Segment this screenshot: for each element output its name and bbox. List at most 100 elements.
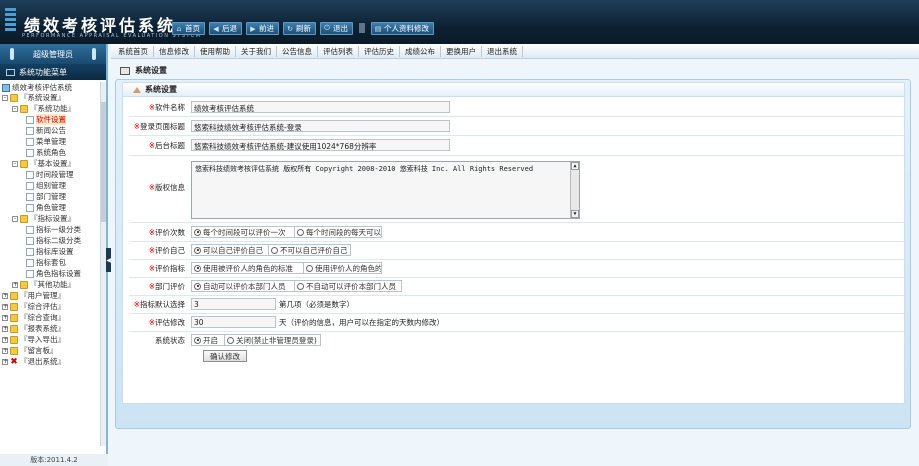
tree-item[interactable]: + 『综合评估』 [2,301,65,312]
tree-item[interactable]: 指标库设置 [26,246,74,257]
eval-count-option-2[interactable]: 每个时间段的每天可以 [295,226,382,238]
pin-icon [92,48,96,60]
nav-link[interactable]: 成绩公布 [400,45,441,57]
tree-item[interactable]: 指标二级分类 [26,235,81,246]
index-default-label: ※指标默认选择 [133,299,185,309]
dept-eval-option-1[interactable]: 自动可以评价本部门人员 [191,280,295,292]
eval-modify-input[interactable]: 30 [191,316,276,328]
textarea-scrollbar[interactable]: ▲ ▼ [570,162,579,218]
collapse-icon[interactable]: - [2,94,8,101]
back-button[interactable]: ◀ 后退 [209,22,242,35]
tree-item[interactable]: 菜单管理 [26,136,66,147]
index-default-input[interactable]: 3 [191,298,276,310]
profile-icon: ▤ [374,24,382,33]
main-nav: 系统首页 信息修改 使用帮助 关于我们 公告信息 评估列表 评估历史 成绩公布 更换用户 退出系统 [111,44,919,59]
folder-icon [10,93,18,102]
tree-item[interactable]: - 『系统设置』 [2,92,65,103]
radio-checked-icon[interactable] [194,228,201,236]
confirm-modify-button[interactable]: 确认修改 [203,350,247,362]
settings-panel: 系统设置 ※软件名称 绩效考核评估系统 ※登录页面标题 悠索科技绩效考核评估系统… [115,79,911,429]
tree-item[interactable]: + 『报表系统』 [2,323,65,334]
eval-count-option-1[interactable]: 每个时间段可以评价一次 [191,226,295,238]
radio-checked-icon[interactable] [194,282,201,290]
collapse-icon[interactable]: - [12,105,18,112]
system-status-label: 系统状态 [155,335,185,345]
scrollbar-thumb[interactable] [101,102,106,222]
tree-item[interactable]: 时间段管理 [26,169,74,180]
system-status-on[interactable]: 开启 [191,334,225,346]
eval-self-option-1[interactable]: 可以自己评价自己 [191,244,269,256]
nav-link[interactable]: 关于我们 [236,45,277,57]
forward-button[interactable]: ▶ 前进 [246,22,279,35]
dept-eval-option-2[interactable]: 不自动可以评价本部门人员 [295,280,402,292]
nav-link[interactable]: 退出系统 [482,45,523,57]
radio-icon[interactable] [297,228,304,236]
nav-link[interactable]: 公告信息 [277,45,318,57]
tree-item[interactable]: 新闻公告 [26,125,66,136]
tree-item[interactable]: 角色管理 [26,202,66,213]
scroll-down-icon[interactable]: ▼ [571,210,579,218]
tree-item[interactable]: - 『基本设置』 [12,158,75,169]
tree-item[interactable]: 系统角色 [26,147,66,158]
tree-item[interactable]: 软件设置 [26,114,66,125]
nav-link[interactable]: 更换用户 [441,45,482,57]
software-name-input[interactable]: 绩效考核评估系统 [191,101,450,113]
expand-icon[interactable]: + [2,336,8,343]
copyright-textarea[interactable]: 悠索科技绩效考核评估系统 版权所有 Copyright 2008-2010 悠索… [191,161,580,219]
radio-icon[interactable] [306,264,313,272]
expand-icon[interactable]: + [2,314,8,321]
tree-item[interactable]: + ✖ 『退出系统』 [2,356,65,367]
nav-link[interactable]: 信息修改 [154,45,195,57]
radio-icon[interactable] [271,246,278,254]
radio-icon[interactable] [227,336,234,344]
expand-icon[interactable]: + [2,325,8,332]
login-title-input[interactable]: 悠索科技绩效考核评估系统-登录 [191,120,450,132]
page-icon [26,203,34,212]
tree-item[interactable]: 组别管理 [26,180,66,191]
exit-icon: ✖ [10,356,18,367]
tree-item[interactable]: + 『用户管理』 [2,290,65,301]
expand-icon[interactable]: + [12,281,18,288]
scroll-up-icon[interactable]: ▲ [571,162,579,170]
tree-item[interactable]: - 『系统功能』 [12,103,75,114]
radio-checked-icon[interactable] [194,246,201,254]
system-status-off[interactable]: 关闭(禁止非管理员登录) [225,334,321,346]
radio-icon[interactable] [297,282,304,290]
eval-index-option-1[interactable]: 使用被评价人的角色的标准 [191,262,304,274]
eval-index-option-2[interactable]: 使用评价人的角色的 [304,262,382,274]
expand-icon[interactable]: + [2,347,8,354]
tree-item[interactable]: + 『导入导出』 [2,334,65,345]
tree-item[interactable]: + 『留言板』 [2,345,58,356]
tree-item[interactable]: 指标一级分类 [26,224,81,235]
refresh-button[interactable]: ↻ 刷新 [283,22,316,35]
page-icon [26,225,34,234]
logout-button[interactable]: ⏻ 退出 [320,22,353,35]
software-name-label: ※软件名称 [148,102,185,112]
eval-index-label: ※评价指标 [148,263,185,273]
folder-icon [20,214,28,223]
tree-item[interactable]: + 『其他功能』 [12,279,75,290]
radio-checked-icon[interactable] [194,264,201,272]
collapse-icon[interactable]: - [12,215,18,222]
radio-checked-icon[interactable] [194,336,201,344]
admin-title-input[interactable]: 悠索科技绩效考核评估系统-建议使用1024*768分辨率 [191,139,450,151]
expand-icon[interactable]: + [2,358,8,365]
tree-item[interactable]: - 『指标设置』 [12,213,75,224]
collapse-icon[interactable]: - [12,160,18,167]
folder-icon [10,291,18,300]
tree-item[interactable]: 角色指标设置 [26,268,81,279]
tree-item[interactable]: 指标套包 [26,257,66,268]
nav-link[interactable]: 评估列表 [318,45,359,57]
nav-link[interactable]: 使用帮助 [195,45,236,57]
tree-item[interactable]: + 『综合查询』 [2,312,65,323]
expand-icon[interactable]: + [2,303,8,310]
home-button[interactable]: ⌂ 首页 [172,22,205,35]
expand-icon[interactable]: + [2,292,8,299]
user-role-banner: 超级管理员 [0,44,106,64]
nav-link[interactable]: 评估历史 [359,45,400,57]
login-title-label: ※登录页面标题 [133,121,185,131]
tree-item[interactable]: 部门管理 [26,191,66,202]
eval-self-option-2[interactable]: 不可以自己评价自己 [269,244,351,256]
nav-link[interactable]: 系统首页 [113,45,154,57]
profile-edit-button[interactable]: ▤ 个人资料修改 [371,22,434,35]
